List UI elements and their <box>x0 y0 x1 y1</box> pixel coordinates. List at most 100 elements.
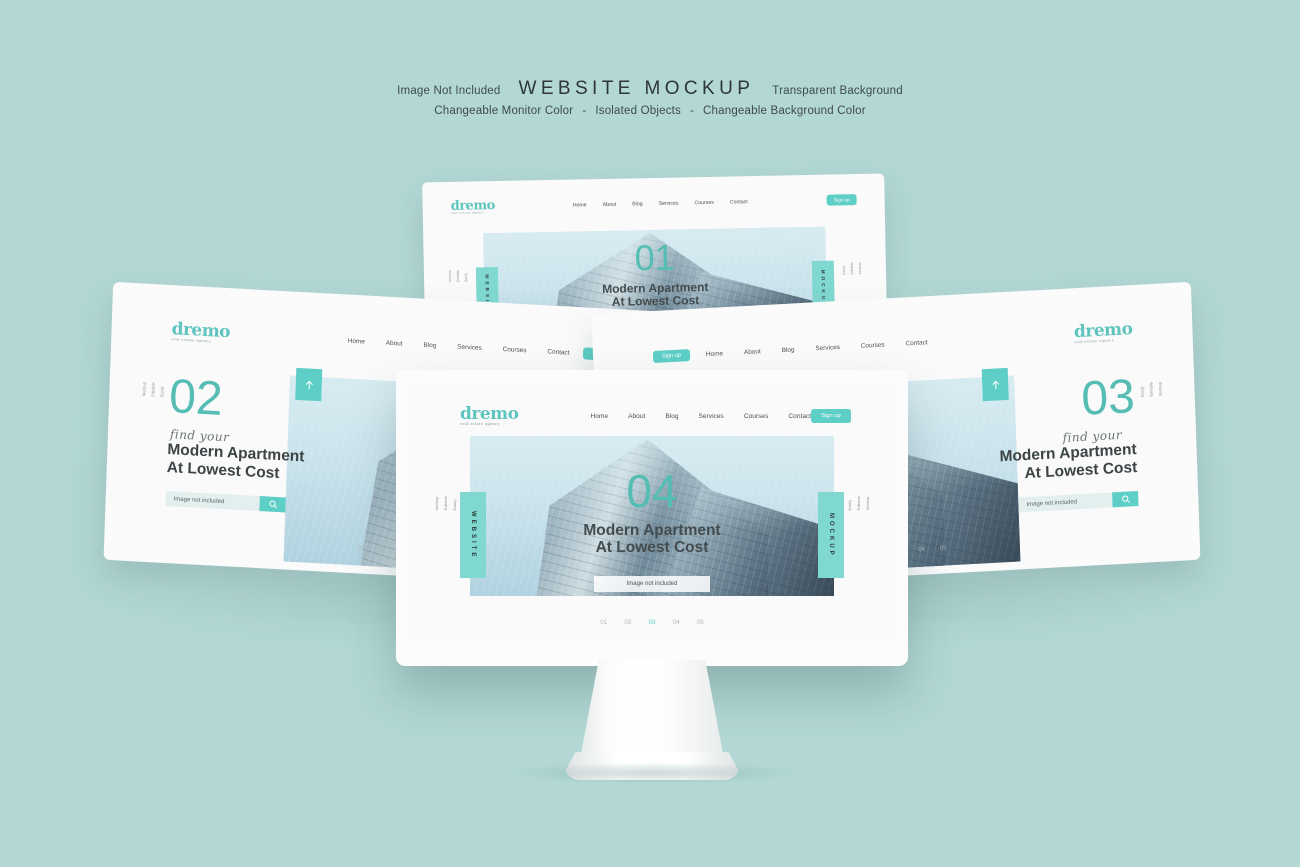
pagination-item-01[interactable]: 01 <box>600 619 607 626</box>
screen-02-nav-links[interactable]: Home About Blog Services Courses Contact <box>348 337 570 356</box>
nav-link-contact[interactable]: Contact <box>547 348 569 356</box>
brand-logo[interactable]: dremo real estate agency <box>451 198 495 215</box>
caption-separator-1: - <box>582 105 587 117</box>
page-title: WEBSITE MOCKUP <box>518 78 755 99</box>
pagination-item-02[interactable]: 02 <box>379 547 386 553</box>
micro-label-easily-r: Easily <box>847 499 852 511</box>
nav-link-home[interactable]: Home <box>573 202 587 208</box>
micro-label-easily: Easily <box>463 272 469 282</box>
pagination-item-04[interactable]: 04 <box>673 619 680 626</box>
micro-label-mockup: Mockup <box>447 270 453 283</box>
caption-feature-2: Isolated Objects <box>595 105 682 117</box>
brand-logo[interactable]: dremo real estate agency <box>460 406 519 426</box>
micro-label-easily-r: Easily <box>841 265 847 275</box>
search-icon[interactable] <box>1112 490 1139 508</box>
nav-link-courses[interactable]: Courses <box>744 413 769 420</box>
nav-link-home[interactable]: Home <box>348 337 365 345</box>
nav-link-blog[interactable]: Blog <box>665 413 678 420</box>
hero-heading-line1: Modern Apartment <box>583 522 721 539</box>
caption-block: Image Not Included WEBSITE MOCKUP Transp… <box>0 78 1300 117</box>
tab-website: WEBSITE <box>460 492 486 578</box>
arrow-up-icon[interactable] <box>295 367 323 402</box>
caption-feature-1: Changeable Monitor Color <box>434 105 574 117</box>
nav-link-about[interactable]: About <box>744 348 761 356</box>
nav-link-services[interactable]: Services <box>815 344 840 352</box>
slide-number: 03 <box>1080 370 1136 426</box>
nav-link-contact[interactable]: Contact <box>730 199 748 205</box>
screen-03-nav-links[interactable]: Home About Blog Services Courses Contact <box>706 339 928 358</box>
nav-link-courses[interactable]: Courses <box>503 346 527 354</box>
hero-number: 01 <box>634 236 676 279</box>
screen-03-navbar: Sign up Home About Blog Services Courses… <box>652 319 1133 367</box>
search-bar[interactable]: Image not included <box>1018 490 1139 513</box>
caption-left-note: Image Not Included <box>397 85 501 97</box>
caption-row-primary: Image Not Included WEBSITE MOCKUP Transp… <box>0 78 1300 100</box>
micro-label-editable: Editable <box>1148 382 1154 397</box>
nav-link-about[interactable]: About <box>386 339 403 347</box>
pagination-item-01[interactable]: 01 <box>357 545 364 551</box>
micro-label-editable-r: Editable <box>856 496 861 511</box>
nav-link-contact[interactable]: Contact <box>905 339 927 347</box>
nav-link-about[interactable]: About <box>628 413 645 420</box>
nav-link-blog[interactable]: Blog <box>423 341 436 349</box>
caption-separator-2: - <box>690 105 695 117</box>
nav-link-services[interactable]: Services <box>457 343 482 351</box>
search-input[interactable]: Image not included <box>165 490 260 512</box>
hero-heading-line2: At Lowest Cost <box>595 539 709 557</box>
tab-website-label: WEBSITE <box>470 510 476 560</box>
pagination[interactable]: 01 02 03 04 05 <box>408 619 896 626</box>
screen-03-micro-right: Easily Editable Mockup <box>1139 381 1163 398</box>
micro-label-mockup: Mockup <box>434 496 439 511</box>
nav-link-courses[interactable]: Courses <box>861 341 885 349</box>
signup-button[interactable]: Sign up <box>652 349 691 364</box>
search-icon[interactable] <box>259 496 286 513</box>
nav-link-contact[interactable]: Contact <box>788 413 811 420</box>
nav-link-home[interactable]: Home <box>706 350 723 358</box>
brand-logo[interactable]: dremo real estate agency <box>1074 319 1133 344</box>
screen-04-navbar: dremo real estate agency Home About Blog… <box>460 406 851 426</box>
micro-label-easily: Easily <box>1139 386 1145 398</box>
signup-button[interactable]: Sign up <box>811 409 851 424</box>
screen-04[interactable]: dremo real estate agency Home About Blog… <box>396 370 908 666</box>
micro-label-easily: Easily <box>159 386 165 398</box>
nav-link-blog[interactable]: Blog <box>632 201 643 207</box>
screen-01-micro-left: Mockup Editable Easily <box>447 270 469 283</box>
hero-number: 04 <box>626 465 678 517</box>
nav-link-services[interactable]: Services <box>659 200 679 206</box>
pagination-item-04[interactable]: 04 <box>918 547 925 553</box>
nav-link-services[interactable]: Services <box>699 413 724 420</box>
pagination-item-02[interactable]: 02 <box>624 619 631 626</box>
search-input[interactable]: Image not included <box>1018 492 1113 513</box>
hero-heading: Modern Apartment At Lowest Cost <box>470 522 834 557</box>
monitor-stand-shadow <box>508 762 798 784</box>
caption-row-secondary: Changeable Monitor Color - Isolated Obje… <box>0 105 1300 117</box>
search-bar[interactable]: Image not included <box>165 490 286 513</box>
tab-mockup: MOCKUP <box>818 492 844 578</box>
brand-logo[interactable]: dremo real estate agency <box>171 319 230 344</box>
micro-label-editable: Editable <box>443 496 448 511</box>
brand-logo-text: dremo <box>460 404 519 424</box>
nav-link-blog[interactable]: Blog <box>782 346 795 354</box>
screen-01-nav-links[interactable]: Home About Blog Services Courses Contact <box>573 199 748 208</box>
micro-label-editable: Editable <box>150 382 156 397</box>
slide-number: 02 <box>168 370 224 426</box>
caption-feature-3: Changeable Background Color <box>703 105 866 117</box>
signup-button[interactable]: Sign up <box>826 194 857 206</box>
micro-label-mockup: Mockup <box>141 381 147 397</box>
caption-right-note: Transparent Background <box>772 85 903 97</box>
screen-01-micro-right: Easily Editable Mockup <box>841 262 862 275</box>
screen-04-nav-links[interactable]: Home About Blog Services Courses Contact <box>591 413 812 420</box>
pagination-item-05[interactable]: 05 <box>697 619 704 626</box>
pagination-item-05[interactable]: 05 <box>940 545 947 551</box>
nav-link-about[interactable]: About <box>603 202 617 208</box>
arrow-up-icon[interactable] <box>981 367 1009 402</box>
micro-label-mockup: Mockup <box>1157 381 1163 397</box>
nav-link-home[interactable]: Home <box>591 413 609 420</box>
pagination-item-03[interactable]: 03 <box>648 619 655 626</box>
screen-04-page: dremo real estate agency Home About Blog… <box>408 384 896 640</box>
micro-label-easily: Easily <box>452 499 457 511</box>
screen-04-micro-right: Easily Editable Mockup <box>847 496 870 510</box>
screen-01-navbar: dremo real estate agency Home About Blog… <box>451 192 857 215</box>
nav-link-courses[interactable]: Courses <box>694 200 713 206</box>
page-heading: Modern Apartment At Lowest Cost <box>999 441 1137 485</box>
